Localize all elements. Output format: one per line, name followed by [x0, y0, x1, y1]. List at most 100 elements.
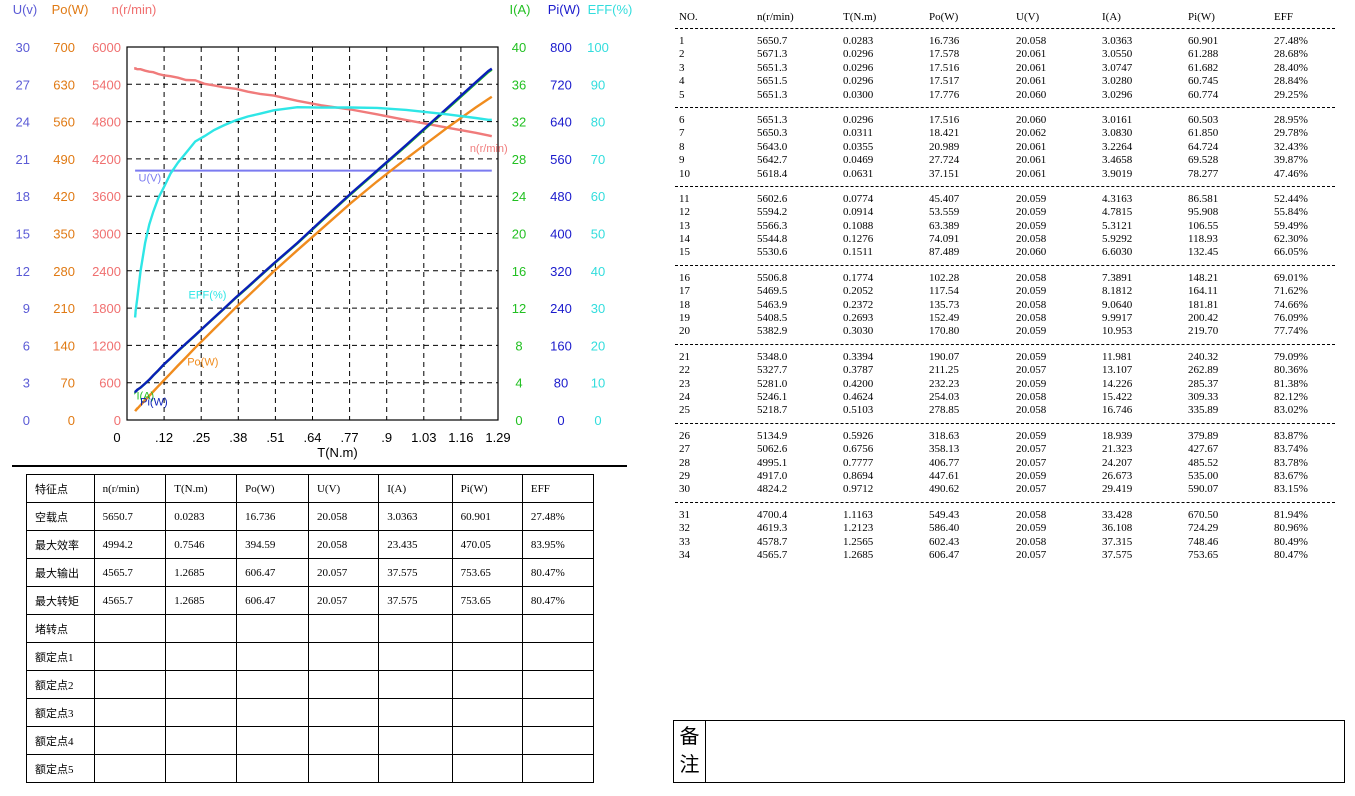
data-cell: 0.0296	[843, 61, 874, 74]
axis-tick-label: 700	[53, 40, 75, 55]
data-cell: 20.061	[1016, 154, 1047, 167]
data-cell: 8	[679, 140, 685, 153]
data-cell: 59.49%	[1274, 219, 1308, 232]
axis-tick-label: 40	[591, 264, 605, 279]
axis-tick-label: 1800	[92, 301, 121, 316]
data-cell: 20.057	[1016, 443, 1047, 456]
feature-table-cell	[165, 698, 238, 727]
data-cell: 0.3030	[843, 325, 874, 338]
data-cell: 63.389	[929, 219, 960, 232]
data-cell: 83.78%	[1274, 456, 1308, 469]
data-cell: 30	[679, 483, 690, 496]
x-tick-label: 1.03	[411, 430, 436, 445]
data-cell: U(V)	[1016, 11, 1040, 23]
axis-tick-label: 18	[16, 189, 30, 204]
data-list-row: 4 5651.5 0.0296 17.517 20.061 3.0280 60.745 28.…	[675, 75, 1335, 88]
data-cell: 3.0296	[1102, 88, 1133, 101]
axis-title: EFF(%)	[588, 2, 633, 17]
data-cell: 20.059	[1016, 469, 1047, 482]
data-cell: 80.47%	[1274, 548, 1308, 561]
group-separator	[675, 264, 1335, 266]
data-list-row: 11 5602.6 0.0774 45.407 20.059 4.3163 86.581 52…	[675, 193, 1335, 206]
data-cell: 60.503	[1188, 113, 1219, 126]
data-cell: 170.80	[929, 325, 960, 338]
feature-table-cell: 1.2685	[165, 558, 238, 587]
data-list-row: 26 5134.9 0.5926 318.63 20.059 18.939 379.89 83…	[675, 430, 1335, 443]
x-tick-label: 1.16	[448, 430, 473, 445]
data-cell: 602.43	[929, 535, 960, 548]
feature-table-cell	[93, 642, 167, 671]
data-cell: 4619.3	[757, 522, 788, 535]
data-cell: 2	[679, 48, 685, 61]
data-cell: 724.29	[1188, 522, 1219, 535]
data-list-row: 32 4619.3 1.2123 586.40 20.059 36.108 724.29 80…	[675, 522, 1335, 535]
data-cell: 20.059	[1016, 285, 1047, 298]
data-cell: 1.1163	[843, 508, 873, 521]
data-list-row: 17 5469.5 0.2052 117.54 20.059 8.1812 164.11 71…	[675, 285, 1335, 298]
data-cell: 3.4658	[1102, 154, 1133, 167]
data-list-row: 21 5348.0 0.3394 190.07 20.059 11.981 240.32 79…	[675, 351, 1335, 364]
axis-tick-label: 400	[550, 227, 572, 242]
data-cell: 20	[679, 325, 690, 338]
data-cell: 23	[679, 377, 690, 390]
axis-tick-label: 3	[23, 376, 30, 391]
data-cell: NO.	[679, 11, 698, 23]
data-cell: Po(W)	[929, 11, 959, 23]
data-cell: 28.95%	[1274, 113, 1308, 126]
data-cell: 83.87%	[1274, 429, 1308, 442]
axis-tick-label: 560	[53, 115, 75, 130]
data-list-row: 14 5544.8 0.1276 74.091 20.058 5.9292 118.93 62…	[675, 233, 1335, 246]
data-cell: 95.908	[1188, 206, 1219, 219]
data-cell: 753.65	[1188, 548, 1219, 561]
data-cell: 83.15%	[1274, 483, 1308, 496]
feature-table-cell	[451, 642, 523, 671]
data-cell: 9	[679, 154, 685, 167]
axis-tick-label: 0	[515, 413, 522, 428]
x-tick-label: .51	[266, 430, 284, 445]
axis-tick-label: 80	[554, 376, 568, 391]
axis-tick-label: 0	[114, 413, 121, 428]
data-list-row: 3 5651.3 0.0296 17.516 20.061 3.0747 61.682 28.…	[675, 62, 1335, 75]
data-list-row: 12 5594.2 0.0914 53.559 20.059 4.7815 95.908 55…	[675, 206, 1335, 219]
feature-table-cell: 额定点1	[26, 642, 95, 671]
data-cell: 20.059	[1016, 192, 1047, 205]
data-cell: 66.05%	[1274, 246, 1308, 259]
data-cell: 5594.2	[757, 206, 788, 219]
data-cell: 3.0830	[1102, 127, 1133, 140]
feature-table-cell	[93, 698, 167, 727]
feature-table-cell: 额定点5	[26, 754, 95, 783]
feature-table-cell	[236, 754, 309, 783]
data-list-row: 27 5062.6 0.6756 358.13 20.057 21.323 427.67 83…	[675, 443, 1335, 456]
data-cell: 20.061	[1016, 167, 1047, 180]
data-cell: 0.0914	[843, 206, 874, 219]
data-list-row: 19 5408.5 0.2693 152.49 20.058 9.9917 200.42 76…	[675, 312, 1335, 325]
data-cell: 20.058	[1016, 390, 1047, 403]
axis-tick-label: 6	[23, 338, 30, 353]
data-list-row: 6 5651.3 0.0296 17.516 20.060 3.0161 60.503 28.…	[675, 114, 1335, 127]
axis-tick-label: 36	[512, 77, 526, 92]
data-cell: 5651.3	[757, 61, 788, 74]
x-tick-label: .25	[192, 430, 210, 445]
feature-table-cell	[236, 642, 309, 671]
data-cell: 200.42	[1188, 312, 1219, 325]
data-cell: 586.40	[929, 522, 960, 535]
data-cell: 0.4200	[843, 377, 874, 390]
feature-table-cell: T(N.m)	[165, 474, 238, 503]
data-cell: I(A)	[1102, 11, 1121, 23]
data-cell: 33	[679, 535, 690, 548]
series-line-5	[134, 67, 493, 393]
data-cell: 22	[679, 364, 690, 377]
feature-table-cell: 83.95%	[521, 530, 595, 559]
data-cell: 427.67	[1188, 443, 1219, 456]
feature-table-cell: 3.0363	[378, 502, 453, 531]
data-cell: 36.108	[1102, 522, 1133, 535]
data-cell: 60.774	[1188, 88, 1219, 101]
data-cell: 27.724	[929, 154, 960, 167]
data-list-row: 7 5650.3 0.0311 18.421 20.062 3.0830 61.850 29.…	[675, 127, 1335, 140]
data-cell: 406.77	[929, 456, 960, 469]
data-cell: 164.11	[1188, 285, 1218, 298]
axis-tick-label: 720	[550, 77, 572, 92]
feature-table-cell: 0.7546	[165, 530, 238, 559]
series-line-6	[133, 105, 492, 318]
data-cell: 6.6030	[1102, 246, 1133, 259]
